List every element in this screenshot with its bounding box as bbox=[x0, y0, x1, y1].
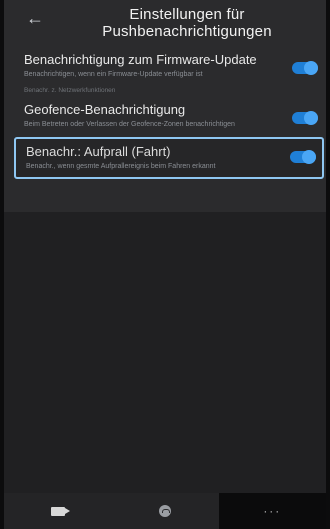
video-camera-icon bbox=[50, 506, 70, 516]
firmware-update-toggle[interactable] bbox=[292, 61, 318, 75]
setting-impact-driving[interactable]: Benachr.: Aufprall (Fahrt) Benachr., wen… bbox=[14, 137, 324, 179]
page-title-line2: Pushbenachrichtigungen bbox=[102, 23, 272, 40]
geofence-toggle[interactable] bbox=[292, 111, 318, 125]
empty-area bbox=[4, 212, 326, 493]
setting-description: Beim Betreten oder Verlassen der Geofenc… bbox=[24, 121, 235, 128]
more-dots-icon: ··· bbox=[263, 504, 282, 518]
setting-description: Benachr., wenn gesmte Aufprallereignis b… bbox=[26, 163, 216, 170]
header: ← Einstellungen für Pushbenachrichtigung… bbox=[4, 0, 326, 46]
bottom-nav: ··· bbox=[4, 493, 326, 529]
settings-screen: ← Einstellungen für Pushbenachrichtigung… bbox=[4, 0, 326, 529]
impact-driving-toggle[interactable] bbox=[290, 150, 316, 164]
tab-more[interactable]: ··· bbox=[218, 493, 326, 529]
setting-description: Benachrichtigen, wenn ein Firmware-Updat… bbox=[24, 71, 203, 78]
back-arrow-icon[interactable]: ← bbox=[26, 8, 44, 28]
setting-firmware-update[interactable]: Benachrichtigung zum Firmware-Update Ben… bbox=[4, 46, 326, 83]
tab-video[interactable] bbox=[4, 493, 112, 529]
setting-geofence[interactable]: Geofence-Benachrichtigung Beim Betreten … bbox=[4, 96, 326, 133]
setting-title: Benachrichtigung zum Firmware-Update bbox=[24, 52, 257, 67]
gauge-icon bbox=[158, 505, 171, 517]
setting-title: Geofence-Benachrichtigung bbox=[24, 102, 186, 117]
page-title-line1: Einstellungen für bbox=[129, 6, 245, 23]
section-label: Benachr. z. Netzwerkfunktionen bbox=[24, 87, 116, 94]
setting-title: Benachr.: Aufprall (Fahrt) bbox=[26, 144, 171, 159]
page-title: Einstellungen für Pushbenachrichtigungen bbox=[68, 6, 306, 40]
tab-gauge[interactable] bbox=[111, 493, 219, 529]
